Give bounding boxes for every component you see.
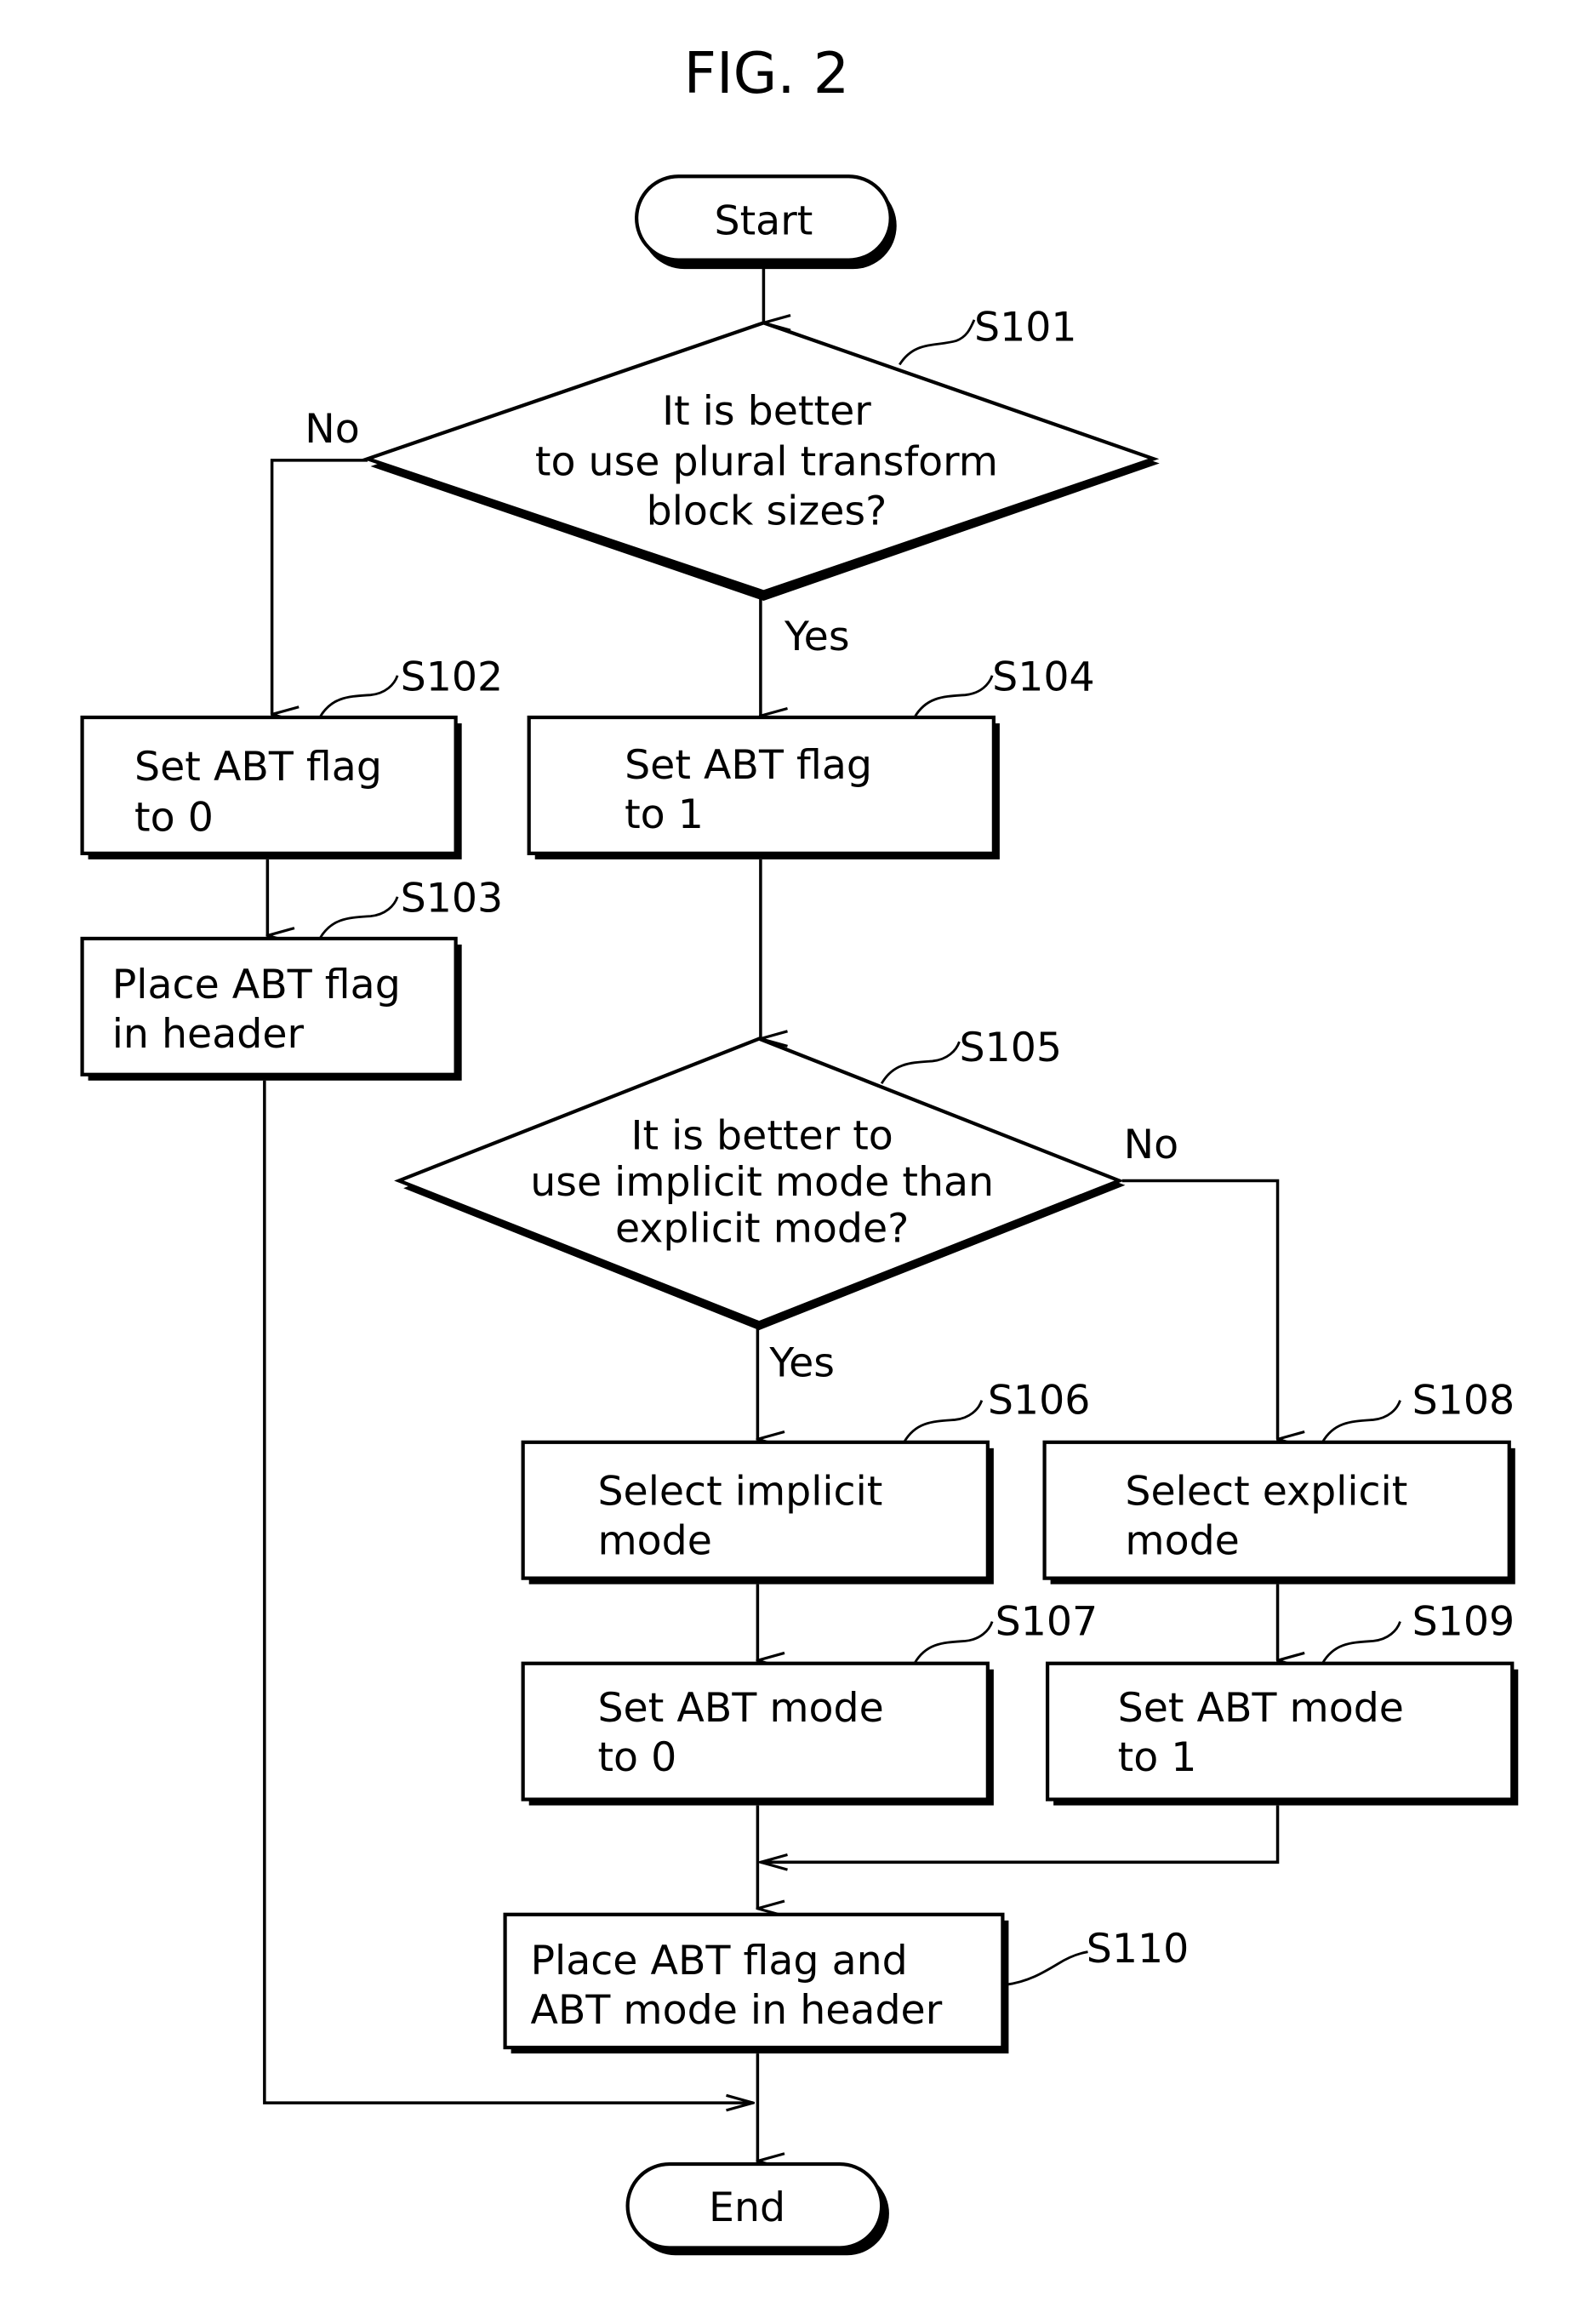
s103-leader bbox=[318, 896, 399, 939]
s103-step-label: S103 bbox=[401, 875, 504, 922]
s106-line-1: Select implicit bbox=[597, 1469, 882, 1516]
s105-no-label: No bbox=[1124, 1122, 1178, 1168]
s110-line-1: Place ABT flag and bbox=[530, 1938, 907, 1984]
s104-line-1: Set ABT flag bbox=[625, 742, 872, 789]
s101-leader bbox=[899, 319, 976, 366]
s105-step-label: S105 bbox=[959, 1025, 1062, 1071]
s102-line-1: Set ABT flag bbox=[134, 744, 382, 791]
start-label: Start bbox=[715, 198, 813, 245]
s107-leader bbox=[913, 1621, 994, 1664]
end-label: End bbox=[709, 2184, 785, 2231]
process-s110: Place ABT flag and ABT mode in header bbox=[503, 1912, 1009, 2054]
decision-s101: It is better to use plural transform blo… bbox=[362, 321, 1160, 602]
s103-line-2: in header bbox=[112, 1011, 305, 1058]
s102-step-label: S102 bbox=[401, 654, 504, 700]
s102-leader bbox=[318, 675, 399, 718]
s109-line-1: Set ABT mode bbox=[1118, 1685, 1404, 1732]
process-s107: Set ABT mode to 0 bbox=[521, 1661, 994, 1806]
s107-step-label: S107 bbox=[996, 1598, 1098, 1645]
s107-line-2: to 0 bbox=[597, 1734, 676, 1781]
s110-step-label: S110 bbox=[1087, 1926, 1190, 1973]
s110-line-2: ABT mode in header bbox=[530, 1987, 942, 2034]
s108-leader bbox=[1321, 1400, 1401, 1443]
s107-line-1: Set ABT mode bbox=[597, 1685, 883, 1732]
s109-step-label: S109 bbox=[1412, 1598, 1515, 1645]
process-s108: Select explicit mode bbox=[1042, 1440, 1515, 1585]
arrow-s101-no bbox=[270, 459, 368, 715]
start-terminal: Start bbox=[635, 174, 897, 270]
process-s109: Set ABT mode to 1 bbox=[1045, 1661, 1519, 1806]
s105-line-1: It is better to bbox=[630, 1113, 893, 1160]
s103-line-1: Place ABT flag bbox=[112, 962, 401, 1008]
process-s104: Set ABT flag to 1 bbox=[527, 715, 1000, 859]
s101-line-3: block sizes? bbox=[647, 488, 887, 534]
s101-no-label: No bbox=[305, 406, 359, 453]
end-terminal: End bbox=[625, 2161, 889, 2256]
s101-line-1: It is better bbox=[662, 388, 871, 435]
s109-line-2: to 1 bbox=[1118, 1734, 1197, 1781]
s109-leader bbox=[1321, 1621, 1401, 1664]
s105-line-2: use implicit mode than bbox=[530, 1159, 994, 1206]
s110-leader bbox=[1005, 1950, 1088, 1986]
s104-line-2: to 1 bbox=[625, 791, 704, 838]
s106-leader bbox=[903, 1400, 984, 1443]
s105-line-3: explicit mode? bbox=[615, 1205, 909, 1252]
s108-line-2: mode bbox=[1125, 1518, 1239, 1565]
arrow-s109-merge bbox=[761, 1805, 1280, 1863]
s101-yes-label: Yes bbox=[784, 614, 850, 660]
arrow-s105-no bbox=[1121, 1179, 1278, 1439]
figure-title: FIG. 2 bbox=[684, 40, 850, 106]
flowchart: FIG. 2 Start It is better to use plural … bbox=[80, 40, 1519, 2256]
s106-line-2: mode bbox=[597, 1518, 711, 1565]
s101-step-label: S101 bbox=[974, 304, 1077, 351]
s105-leader bbox=[880, 1041, 961, 1085]
decision-s105: It is better to use implicit mode than e… bbox=[394, 1036, 1126, 1331]
process-s102: Set ABT flag to 0 bbox=[80, 715, 462, 859]
process-s106: Select implicit mode bbox=[521, 1440, 994, 1585]
s104-leader bbox=[913, 675, 994, 718]
s106-step-label: S106 bbox=[988, 1377, 1091, 1424]
s101-line-2: to use plural transform bbox=[535, 438, 998, 485]
s105-yes-label: Yes bbox=[768, 1340, 835, 1387]
s102-line-2: to 0 bbox=[134, 794, 214, 841]
s104-step-label: S104 bbox=[992, 654, 1095, 700]
s108-step-label: S108 bbox=[1412, 1377, 1515, 1424]
s108-line-1: Select explicit bbox=[1125, 1469, 1407, 1516]
process-s103: Place ABT flag in header bbox=[80, 936, 462, 1081]
